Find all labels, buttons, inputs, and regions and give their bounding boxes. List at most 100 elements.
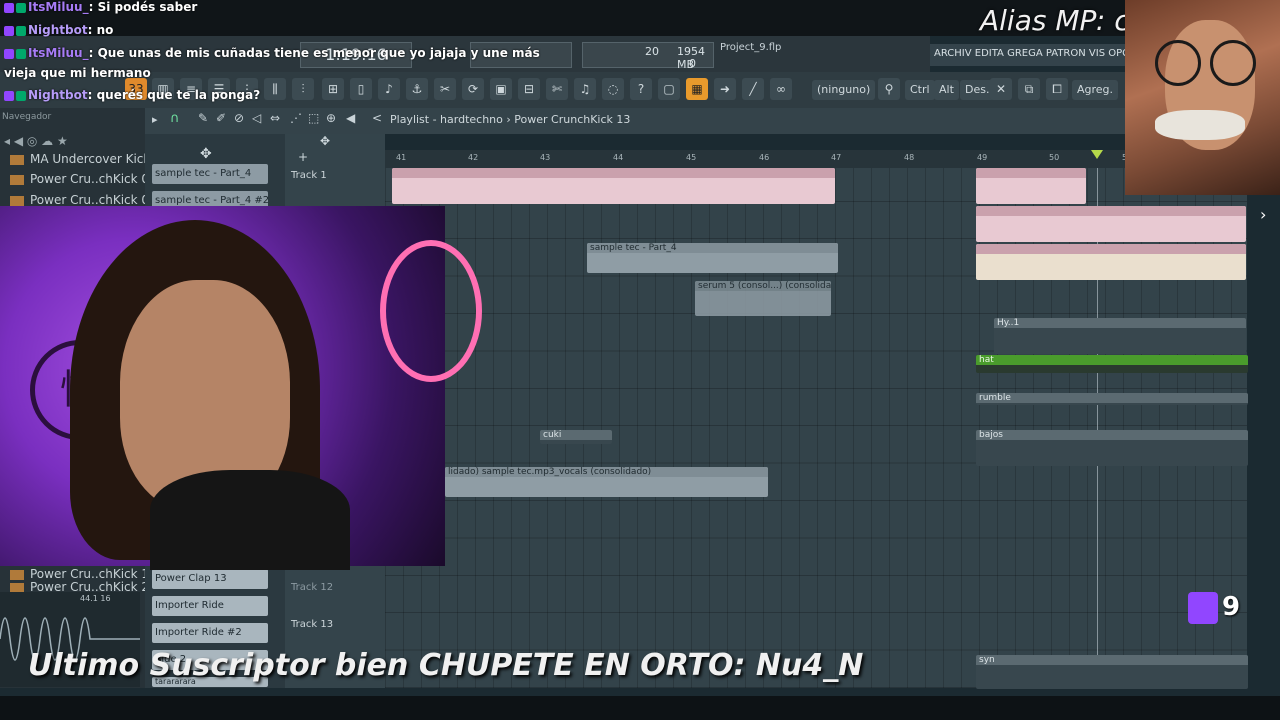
pattern-clip[interactable]: hat	[976, 355, 1248, 373]
browser-item[interactable]: Power Cru..chKick 19	[10, 567, 157, 581]
kick-clip-group[interactable]	[976, 168, 1086, 204]
kick-clip-group[interactable]	[976, 206, 1246, 242]
folder-icon	[10, 569, 24, 580]
pattern-clip[interactable]: rumble	[976, 393, 1248, 405]
folder-icon	[10, 582, 24, 593]
save-icon[interactable]: ▣	[490, 78, 512, 100]
audio-clip[interactable]: lidado) sample tec.mp3_vocals (consolida…	[445, 467, 768, 497]
paste-icon[interactable]: ⧠	[1046, 78, 1068, 100]
add-button[interactable]: Agreg.	[1072, 80, 1119, 100]
arrow-left-icon[interactable]: <	[372, 111, 382, 125]
bar-number: 50	[1049, 153, 1060, 162]
pattern-clip[interactable]: Hy..1	[994, 318, 1246, 354]
browser-item[interactable]: Power Cru..chKick 01	[10, 172, 157, 186]
folder-icon	[10, 154, 24, 165]
select-icon[interactable]: ⬚	[308, 111, 319, 125]
paint-icon[interactable]: ✐	[216, 111, 226, 125]
glasses-icon	[1155, 40, 1201, 86]
clip-header	[976, 244, 1246, 254]
arrow-right-icon[interactable]: ➜	[714, 78, 736, 100]
pattern-clip[interactable]: cuki	[540, 430, 612, 444]
playhead-marker[interactable]	[1091, 150, 1103, 159]
cut-icon[interactable]: ✄	[546, 78, 568, 100]
copy-icon[interactable]: ⧉	[1018, 78, 1040, 100]
sample-info: 44.1 16	[80, 594, 111, 603]
chat-message: ItsMiluu_: Si podés saber	[4, 0, 197, 14]
bar-number: 41	[396, 153, 407, 162]
folder-icon	[10, 174, 24, 185]
link-icon[interactable]: ∞	[770, 78, 792, 100]
play-arrow-icon[interactable]: ▸	[152, 113, 158, 126]
clip-label: lidado) sample tec.mp3_vocals (consolida…	[445, 467, 768, 477]
bar-number: 49	[977, 153, 988, 162]
slip-icon[interactable]: ⇔	[270, 111, 280, 125]
zoom-icon[interactable]: ⊕	[326, 111, 336, 125]
rack-icon[interactable]: ⊟	[518, 78, 540, 100]
chat-message: vieja que mi hermano	[4, 66, 151, 80]
pattern-clip[interactable]: bajos	[976, 430, 1248, 466]
clip-header	[976, 206, 1246, 216]
playlist-name: Playlist - hardtechno	[390, 113, 503, 126]
pattern-item[interactable]: Power Clap 13	[152, 569, 268, 589]
twitch-icon	[1188, 592, 1218, 624]
delete-icon[interactable]: ⊘	[234, 111, 244, 125]
bar-number: 47	[831, 153, 842, 162]
window-icon[interactable]: ▢	[658, 78, 680, 100]
chevron-right-icon[interactable]: ›	[1260, 205, 1266, 224]
close-icon[interactable]: ✕	[990, 78, 1012, 100]
chat-bubble-icon[interactable]: ◌	[602, 78, 624, 100]
glasses-icon	[1210, 40, 1256, 86]
ctrl-key-button[interactable]: Ctrl	[905, 80, 935, 100]
playlist-breadcrumb: Playlist - hardtechno › Power CrunchKick…	[390, 113, 630, 126]
viewer-count: 9	[1222, 592, 1241, 622]
brush-icon[interactable]: ╱	[742, 78, 764, 100]
move-tracks-icon[interactable]: ✥	[320, 134, 330, 148]
stamp-icon[interactable]: ⚲	[878, 78, 900, 100]
project-name: Project_9.flp	[720, 42, 782, 53]
chat-overlay: ItsMiluu_: Si podés saber Nightbot: no I…	[0, 0, 540, 110]
track-name[interactable]: Track 1	[291, 170, 327, 181]
bar-number: 44	[613, 153, 624, 162]
pattern-item[interactable]: sample tec - Part_4	[152, 164, 268, 184]
pattern-select[interactable]: (ninguno)	[812, 80, 876, 100]
alt-key-button[interactable]: Alt	[934, 80, 959, 100]
clip-label: hat	[976, 355, 1248, 365]
mic-icon[interactable]: ♫	[574, 78, 596, 100]
neon-ring	[380, 240, 482, 382]
add-track-icon[interactable]: +	[298, 150, 308, 164]
bar-number: 45	[686, 153, 697, 162]
guest-camera	[1125, 0, 1280, 195]
pencil-icon[interactable]: ✎	[198, 111, 208, 125]
pattern-item[interactable]: Importer Ride #2	[152, 623, 268, 643]
main-menu[interactable]: ARCHIV EDITA GREGA PATRON VIS OPCIONES	[930, 44, 1125, 66]
kick-clip-group[interactable]	[392, 168, 835, 204]
timeline-ruler[interactable]	[385, 150, 1247, 168]
pattern-clip[interactable]: syn	[976, 655, 1248, 689]
track-name[interactable]: Track 13	[291, 619, 333, 630]
magnet-icon[interactable]: ∩	[170, 111, 180, 126]
slice-icon[interactable]: ⋰	[290, 111, 302, 125]
current-pattern-name: Power CrunchKick 13	[514, 113, 631, 126]
browser-item[interactable]: MA Undercover Kick	[10, 152, 150, 166]
move-icon[interactable]: ✥	[200, 146, 212, 162]
clip-header	[976, 168, 1086, 178]
audio-clip[interactable]: serum 5 (consol...) (consolidado)	[695, 281, 831, 316]
streamer-shirt	[150, 470, 350, 570]
browser-title: Navegador	[2, 112, 52, 122]
cpu-memory-panel: 20 1954 MB 0	[582, 42, 714, 71]
grid-snap-icon[interactable]: ▦	[686, 78, 708, 100]
tempo-value: 20	[645, 45, 659, 58]
track-name[interactable]: Track 12	[291, 582, 333, 593]
alias-text: Alias MP: c	[980, 4, 1130, 37]
browser-toolbar: ◂ ◀ ◎ ☁ ★	[4, 134, 68, 148]
audio-clip[interactable]: sample tec - Part_4	[587, 243, 838, 273]
kick-clip-group[interactable]	[976, 244, 1246, 280]
clip-label: serum 5 (consol...) (consolidado)	[695, 281, 831, 291]
browser-item[interactable]: Power Cru..chKick 02	[10, 193, 157, 207]
last-subscriber-banner: Ultimo Suscriptor bien CHUPETE EN ORTO: …	[28, 648, 864, 683]
clip-header	[392, 168, 835, 178]
speaker-icon[interactable]: ◀	[346, 111, 355, 125]
pattern-item[interactable]: Importer Ride	[152, 596, 268, 616]
help-icon[interactable]: ?	[630, 78, 652, 100]
mute-icon[interactable]: ◁	[252, 111, 261, 125]
